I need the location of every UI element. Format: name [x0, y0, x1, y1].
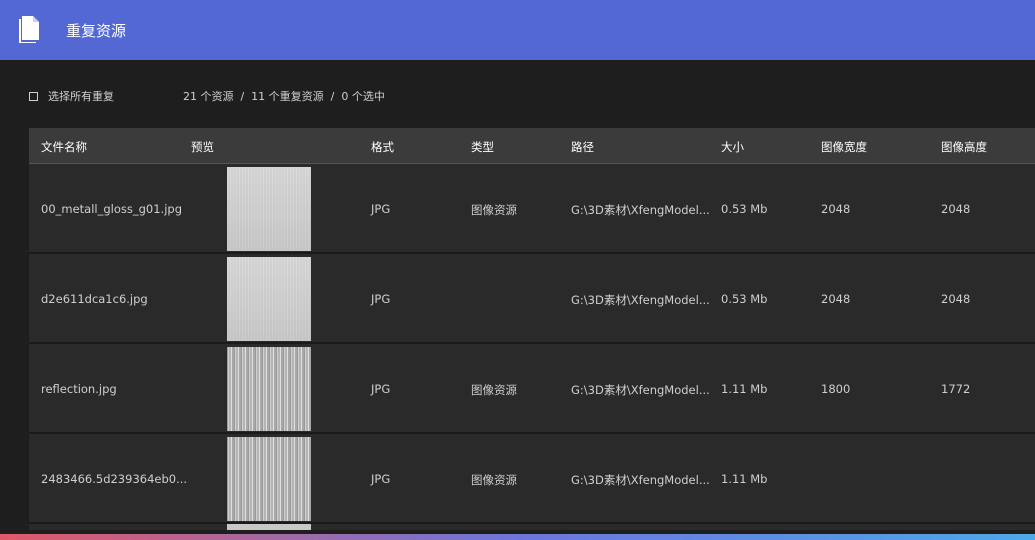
preview-thumbnail — [227, 347, 311, 431]
table-row-partial[interactable] — [29, 524, 1035, 530]
preview-thumbnail — [227, 437, 311, 521]
table-row[interactable]: 2483466.5d239364eb0... JPG 图像资源 G:\3D素材\… — [29, 434, 1035, 524]
image-height: 1772 — [941, 382, 971, 396]
file-path: G:\3D素材\XfengModel... — [571, 383, 710, 397]
preview-thumbnail — [227, 167, 311, 251]
image-height: 2048 — [941, 202, 971, 216]
table-row[interactable]: 00_metall_gloss_g01.jpg JPG 图像资源 G:\3D素材… — [29, 164, 1035, 254]
column-header-type[interactable]: 类型 — [471, 139, 494, 155]
table-header: 文件名称 预览 格式 类型 路径 大小 图像宽度 图像高度 — [29, 128, 1035, 164]
file-size: 0.53 Mb — [721, 292, 768, 306]
image-width: 1800 — [821, 382, 851, 396]
bottom-accent-bar — [0, 534, 1035, 540]
file-path: G:\3D素材\XfengModel... — [571, 293, 710, 307]
column-header-format[interactable]: 格式 — [371, 139, 394, 155]
title-bar: 重复资源 — [0, 0, 1035, 60]
image-height: 2048 — [941, 292, 971, 306]
resource-type: 图像资源 — [471, 473, 517, 487]
resource-type: 图像资源 — [471, 203, 517, 217]
table-row[interactable]: d2e611dca1c6.jpg JPG G:\3D素材\XfengModel.… — [29, 254, 1035, 344]
checkbox-icon[interactable] — [29, 91, 38, 101]
document-icon — [19, 16, 39, 43]
column-header-preview[interactable]: 预览 — [191, 139, 214, 155]
file-path: G:\3D素材\XfengModel... — [571, 203, 710, 217]
image-width: 2048 — [821, 292, 851, 306]
file-size: 1.11 Mb — [721, 382, 768, 396]
column-header-image-width[interactable]: 图像宽度 — [821, 139, 867, 155]
file-format: JPG — [371, 292, 391, 306]
file-name: 2483466.5d239364eb0... — [41, 472, 188, 486]
resource-summary: 21 个资源 / 11 个重复资源 / 0 个选中 — [183, 90, 385, 103]
preview-thumbnail — [227, 257, 311, 341]
file-format: JPG — [371, 202, 391, 216]
file-path: G:\3D素材\XfengModel... — [571, 473, 710, 487]
window-title: 重复资源 — [66, 22, 127, 40]
duplicate-resources-table: 文件名称 预览 格式 类型 路径 大小 图像宽度 图像高度 00_metall_… — [29, 128, 1035, 530]
file-size: 0.53 Mb — [721, 202, 768, 216]
file-name: d2e611dca1c6.jpg — [41, 292, 148, 306]
column-header-size[interactable]: 大小 — [721, 139, 744, 155]
file-format: JPG — [371, 472, 391, 486]
image-width: 2048 — [821, 202, 851, 216]
file-name: reflection.jpg — [41, 382, 117, 396]
file-format: JPG — [371, 382, 391, 396]
file-size: 1.11 Mb — [721, 472, 768, 486]
select-all-duplicates-checkbox[interactable]: 选择所有重复 — [29, 88, 114, 104]
select-all-label: 选择所有重复 — [48, 90, 114, 103]
table-row[interactable]: reflection.jpg JPG 图像资源 G:\3D素材\XfengMod… — [29, 344, 1035, 434]
column-header-path[interactable]: 路径 — [571, 139, 594, 155]
preview-thumbnail — [227, 524, 311, 530]
resource-type: 图像资源 — [471, 383, 517, 397]
column-header-image-height[interactable]: 图像高度 — [941, 139, 987, 155]
column-header-filename[interactable]: 文件名称 — [41, 139, 87, 155]
toolbar — [0, 60, 1035, 128]
file-name: 00_metall_gloss_g01.jpg — [41, 202, 183, 216]
